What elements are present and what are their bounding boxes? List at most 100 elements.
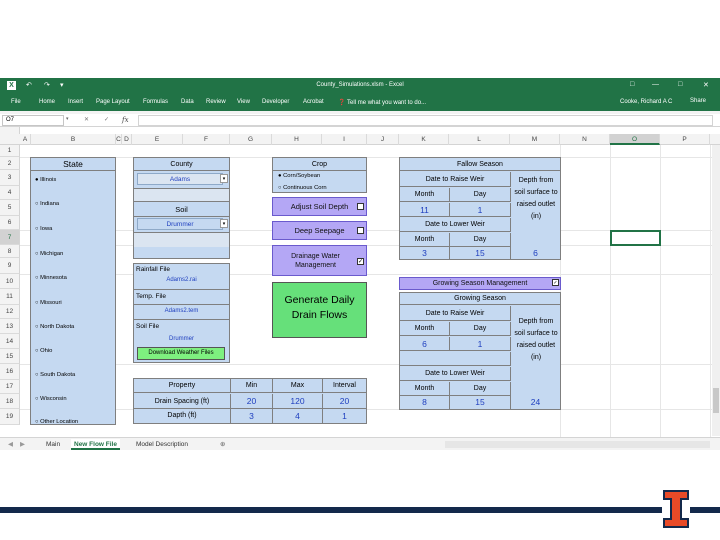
growing-raise-day-value[interactable]: 1: [450, 337, 511, 351]
state-option-indiana[interactable]: ○ Indiana: [35, 201, 59, 207]
sheet-content: State ● Illinois ○ Indiana ○ Iowa ○ Mich…: [0, 127, 720, 437]
tab-formulas[interactable]: Formulas: [143, 99, 168, 105]
state-option-iowa[interactable]: ○ Iowa: [35, 226, 52, 232]
depth-interval[interactable]: 1: [323, 409, 366, 423]
crop-option-label: Corn/Soybean: [283, 173, 321, 179]
tab-page-layout[interactable]: Page Layout: [96, 99, 130, 105]
state-option-michigan[interactable]: ○ Michigan: [35, 251, 63, 257]
growing-raise-month-value[interactable]: 6: [400, 337, 450, 351]
scroll-tabs-right-icon[interactable]: ▶: [20, 439, 25, 450]
fallow-lower-day-value[interactable]: 15: [450, 247, 511, 259]
insert-function-icon[interactable]: fx: [122, 116, 129, 124]
sheet-tab-new-flow-file[interactable]: New Flow File: [71, 439, 120, 450]
drain-spacing-interval[interactable]: 20: [323, 394, 366, 409]
fallow-lower-month-value[interactable]: 3: [400, 247, 450, 259]
ribbon-display-options-icon[interactable]: □: [630, 81, 634, 88]
drain-spacing-min[interactable]: 20: [231, 394, 273, 409]
max-header: Max: [273, 379, 323, 393]
drainage-water-management-toggle[interactable]: Drainage Water Management: [272, 245, 367, 276]
soil-file-value[interactable]: Drummer: [134, 336, 229, 343]
generate-daily-drain-flows-button[interactable]: Generate Daily Drain Flows: [272, 282, 367, 338]
state-option-south-dakota[interactable]: ○ South Dakota: [35, 372, 75, 378]
adjust-soil-depth-checkbox[interactable]: [357, 203, 364, 210]
deep-seepage-toggle[interactable]: Deep Seepage: [272, 221, 367, 240]
growing-depth-label: Depth from soil surface to raised outlet…: [514, 318, 558, 361]
adjust-soil-depth-label: Adjust Soil Depth: [290, 202, 349, 211]
tab-file[interactable]: File: [11, 99, 21, 105]
drain-spacing-max[interactable]: 120: [273, 394, 323, 409]
confirm-entry-icon[interactable]: ✓: [104, 116, 109, 123]
worksheet-grid[interactable]: A B C D E F G H I J K L M N O P 1 2 3 4 …: [0, 127, 720, 437]
growing-season-management-checkbox[interactable]: ✓: [552, 279, 559, 286]
county-select[interactable]: Adams: [137, 173, 223, 185]
horizontal-scrollbar[interactable]: [445, 441, 710, 448]
tab-review[interactable]: Review: [206, 99, 226, 105]
state-option-missouri[interactable]: ○ Missouri: [35, 300, 62, 306]
state-option-wisconsin[interactable]: ○ Wisconsin: [35, 396, 67, 402]
tab-acrobat[interactable]: Acrobat: [303, 99, 324, 105]
illinois-block-i-logo: [663, 490, 689, 528]
crop-option-corn-soybean[interactable]: ● Corn/Soybean: [278, 173, 320, 179]
fallow-raise-month-value[interactable]: 11: [400, 203, 450, 217]
crop-option-label: Continuous Corn: [283, 185, 327, 191]
deep-seepage-checkbox[interactable]: [357, 227, 364, 234]
name-box[interactable]: O7: [2, 115, 64, 126]
selected-cell-o7[interactable]: [610, 230, 661, 246]
crop-option-continuous-corn[interactable]: ○ Continuous Corn: [278, 185, 327, 191]
growing-lower-day-value[interactable]: 15: [450, 396, 511, 409]
window-title: County_Simulations.xlsm - Excel: [316, 82, 404, 88]
formula-input[interactable]: [138, 115, 713, 126]
tab-data[interactable]: Data: [181, 99, 194, 105]
county-dropdown-icon[interactable]: ▾: [220, 174, 228, 183]
state-option-label: South Dakota: [40, 372, 76, 378]
temp-file-value[interactable]: Adams2.tem: [134, 308, 229, 315]
user-name[interactable]: Cooke, Richard A C: [620, 99, 672, 105]
state-option-minnesota[interactable]: ○ Minnesota: [35, 275, 67, 281]
tab-insert[interactable]: Insert: [68, 99, 83, 105]
crop-panel: Crop ● Corn/Soybean ○ Continuous Corn: [272, 157, 367, 193]
divider: [134, 319, 229, 320]
drainage-water-checkbox[interactable]: ✓: [357, 258, 364, 265]
depth-max[interactable]: 4: [273, 409, 323, 423]
growing-lower-month-value[interactable]: 8: [400, 396, 450, 409]
divider: [134, 304, 229, 305]
sheet-tab-main[interactable]: Main: [46, 439, 60, 450]
fallow-raise-day-value[interactable]: 1: [450, 203, 511, 217]
soil-select[interactable]: Drummer: [137, 218, 223, 230]
state-option-other[interactable]: ○ Other Location: [35, 419, 78, 425]
sheet-tab-model-description[interactable]: Model Description: [136, 439, 188, 450]
deep-seepage-label: Deep Seepage: [294, 226, 345, 235]
tab-view[interactable]: View: [237, 99, 250, 105]
cancel-entry-icon[interactable]: ✕: [84, 116, 89, 123]
state-panel: State ● Illinois ○ Indiana ○ Iowa ○ Mich…: [30, 157, 116, 425]
growing-season-management-toggle[interactable]: Growing Season Management: [399, 277, 561, 290]
fallow-raise-label: Date to Raise Weir: [400, 172, 511, 187]
tell-me-search[interactable]: ❓ Tell me what you want to do...: [338, 99, 426, 106]
min-header: Min: [231, 379, 273, 393]
fallow-depth-value[interactable]: 6: [511, 247, 560, 259]
excel-window: X ↶ ↷ ▾ County_Simulations.xlsm - Excel …: [0, 78, 720, 450]
state-option-ohio[interactable]: ○ Ohio: [35, 348, 52, 354]
adjust-soil-depth-toggle[interactable]: Adjust Soil Depth: [272, 197, 367, 216]
vertical-scroll-thumb[interactable]: [713, 388, 719, 413]
state-option-illinois[interactable]: ● Illinois: [35, 177, 56, 183]
depth-min[interactable]: 3: [231, 409, 273, 423]
tab-developer[interactable]: Developer: [262, 99, 289, 105]
files-panel: Rainfall File Adams2.rai Temp. File Adam…: [133, 263, 230, 363]
minimize-icon[interactable]: —: [652, 81, 659, 88]
tab-home[interactable]: Home: [39, 99, 55, 105]
scroll-tabs-left-icon[interactable]: ◀: [8, 439, 13, 450]
download-weather-files-button[interactable]: Download Weather Files: [137, 347, 225, 360]
share-button[interactable]: Share: [690, 98, 706, 104]
maximize-icon[interactable]: □: [678, 81, 682, 88]
state-option-north-dakota[interactable]: ○ North Dakota: [35, 324, 74, 330]
gridline: [20, 409, 720, 410]
rainfall-file-value[interactable]: Adams2.rai: [134, 277, 229, 284]
growing-depth-value[interactable]: 24: [511, 396, 560, 409]
divider: [134, 289, 229, 290]
state-option-label: Illinois: [40, 177, 57, 183]
close-icon[interactable]: ✕: [703, 81, 709, 89]
add-sheet-icon[interactable]: ⊕: [220, 439, 225, 450]
name-box-dropdown-icon[interactable]: ▾: [66, 116, 69, 122]
soil-dropdown-icon[interactable]: ▾: [220, 219, 228, 228]
